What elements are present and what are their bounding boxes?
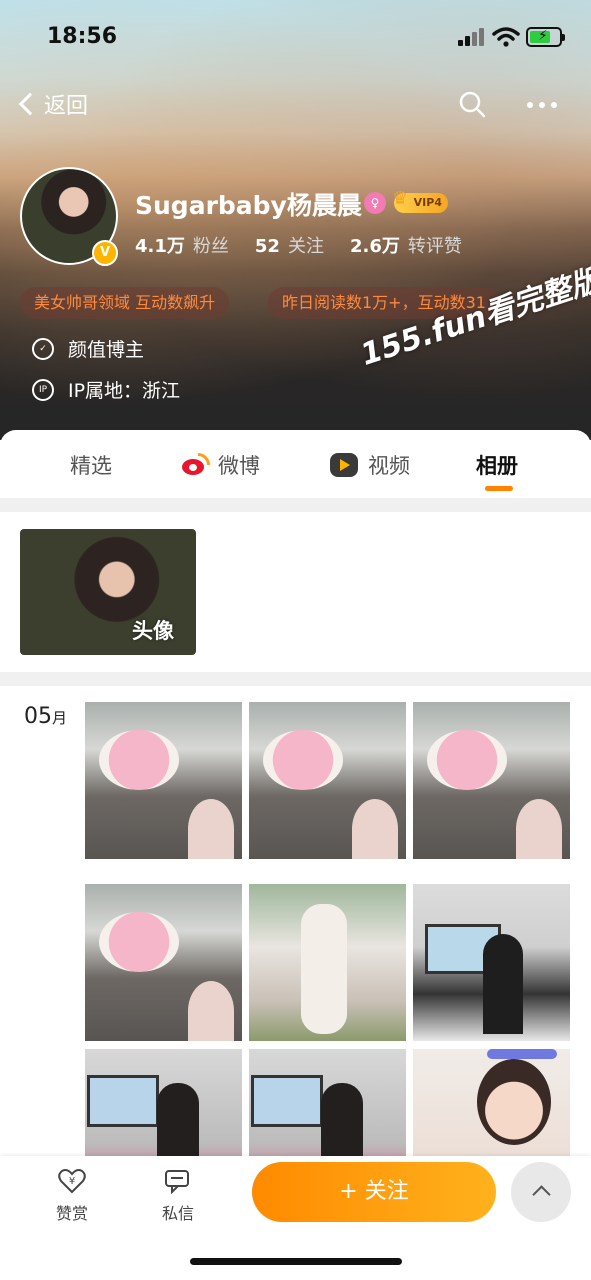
tab-featured[interactable]: 精选 bbox=[70, 450, 112, 480]
shield-check-icon: ✓ bbox=[32, 337, 54, 360]
active-tab-indicator bbox=[485, 486, 513, 491]
tab-label: 精选 bbox=[70, 454, 112, 478]
photo-thumbnail[interactable] bbox=[85, 884, 242, 1041]
cellular-signal-icon bbox=[458, 28, 486, 46]
stat-interactions[interactable]: 2.6万 转评赞 bbox=[350, 232, 462, 258]
weibo-icon bbox=[180, 453, 210, 477]
ip-icon: IP bbox=[32, 378, 54, 401]
month-header: 05月 bbox=[24, 704, 67, 729]
status-bar: 18:56 ⚡ bbox=[0, 0, 591, 76]
tab-weibo[interactable]: 微博 bbox=[180, 450, 260, 480]
stat-value: 52 bbox=[254, 236, 280, 257]
profile-stats: 4.1万 粉丝 52 关注 2.6万 转评赞 bbox=[135, 232, 462, 258]
stat-label: 关注 bbox=[287, 236, 324, 257]
ip-location-row: IP IP属地：浙江 bbox=[32, 376, 180, 403]
tab-label: 相册 bbox=[476, 454, 518, 478]
ip-location-label: IP属地：浙江 bbox=[68, 380, 181, 402]
month-unit: 月 bbox=[52, 709, 68, 727]
vip-level: VIP4 bbox=[413, 196, 442, 209]
follow-button[interactable]: + 关注 bbox=[252, 1162, 496, 1222]
vip-badge[interactable]: ♛ VIP4 bbox=[392, 189, 448, 213]
stat-value: 2.6万 bbox=[349, 236, 400, 257]
svg-text:¥: ¥ bbox=[69, 1176, 75, 1187]
top-navigation: 返回 bbox=[0, 80, 591, 130]
tab-video[interactable]: 视频 bbox=[330, 450, 410, 480]
reward-label: 赞赏 bbox=[55, 1204, 88, 1223]
search-icon[interactable] bbox=[458, 90, 486, 118]
section-divider bbox=[0, 672, 591, 686]
section-divider bbox=[0, 498, 591, 512]
tag-trending[interactable]: 美女帅哥领域 互动数飙升 bbox=[20, 287, 230, 319]
photo-thumbnail[interactable] bbox=[249, 702, 406, 859]
stat-label: 转评赞 bbox=[407, 236, 462, 257]
category-row: ✓ 颜值博主 bbox=[32, 335, 144, 362]
status-time: 18:56 bbox=[47, 24, 118, 49]
message-button[interactable]: 私信 bbox=[148, 1168, 208, 1224]
chat-bubble-icon bbox=[165, 1170, 189, 1194]
battery-charging-icon: ⚡ bbox=[526, 27, 565, 47]
photo-thumbnail[interactable] bbox=[413, 702, 570, 859]
back-label: 返回 bbox=[44, 94, 89, 119]
wifi-icon bbox=[492, 27, 520, 47]
reward-button[interactable]: ¥ 赞赏 bbox=[42, 1168, 102, 1224]
video-play-icon bbox=[330, 453, 358, 477]
album-avatar-cover[interactable]: 头像 bbox=[20, 529, 196, 655]
message-label: 私信 bbox=[161, 1204, 194, 1223]
tab-label: 视频 bbox=[368, 454, 410, 478]
tab-album[interactable]: 相册 bbox=[476, 450, 518, 480]
stat-following[interactable]: 52 关注 bbox=[255, 232, 324, 258]
stat-value: 4.1万 bbox=[135, 236, 185, 257]
photo-thumbnail[interactable] bbox=[413, 884, 570, 1041]
category-label: 颜值博主 bbox=[68, 339, 145, 361]
heart-yen-icon: ¥ bbox=[58, 1169, 86, 1194]
month-number: 05 bbox=[24, 704, 52, 729]
stat-followers[interactable]: 4.1万 粉丝 bbox=[135, 232, 229, 258]
home-indicator bbox=[190, 1258, 402, 1265]
female-gender-icon: ♀ bbox=[364, 192, 386, 214]
photo-thumbnail[interactable] bbox=[85, 702, 242, 859]
stat-label: 粉丝 bbox=[192, 236, 229, 257]
photo-thumbnail[interactable] bbox=[249, 884, 406, 1041]
album-label: 头像 bbox=[132, 619, 174, 643]
back-button[interactable]: 返回 bbox=[16, 88, 88, 120]
crown-icon: ♛ bbox=[392, 188, 409, 209]
scroll-to-top-button[interactable] bbox=[511, 1162, 571, 1222]
tab-label: 微博 bbox=[218, 454, 260, 478]
username: Sugarbaby杨晨晨 bbox=[135, 191, 362, 220]
chevron-left-icon bbox=[18, 92, 42, 116]
verified-badge-icon: V bbox=[92, 240, 118, 266]
more-options-icon[interactable] bbox=[527, 102, 557, 108]
